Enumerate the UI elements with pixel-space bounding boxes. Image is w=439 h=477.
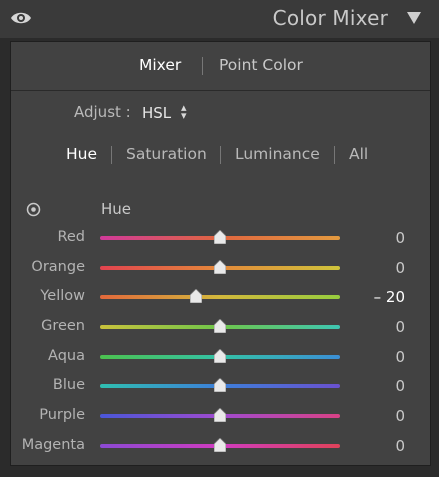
slider-row-aqua: Aqua 0 bbox=[11, 344, 430, 372]
slider-thumb[interactable] bbox=[214, 349, 226, 363]
tab-mixer[interactable]: Mixer bbox=[139, 56, 181, 74]
slider-value[interactable]: 0 bbox=[395, 318, 405, 336]
eye-icon[interactable] bbox=[10, 9, 32, 27]
triangle-down-icon[interactable] bbox=[407, 12, 421, 24]
panel-header[interactable]: Color Mixer bbox=[0, 0, 439, 38]
adjust-label: Adjust : bbox=[74, 103, 131, 121]
mode-tab-divider bbox=[111, 146, 112, 164]
slider-value[interactable]: 0 bbox=[395, 377, 405, 395]
tab-saturation[interactable]: Saturation bbox=[126, 145, 207, 163]
slider-value[interactable]: 0 bbox=[395, 437, 405, 455]
mode-tab-divider bbox=[334, 146, 335, 164]
slider-value[interactable]: 0 bbox=[395, 229, 405, 247]
tab-divider bbox=[202, 57, 203, 75]
tab-all[interactable]: All bbox=[349, 145, 368, 163]
slider-label: Blue bbox=[52, 377, 85, 393]
slider-value[interactable]: 0 bbox=[395, 407, 405, 425]
slider-row-purple: Purple 0 bbox=[11, 403, 430, 431]
tab-luminance[interactable]: Luminance bbox=[235, 145, 320, 163]
slider-row-orange: Orange 0 bbox=[11, 255, 430, 283]
tab-point-color[interactable]: Point Color bbox=[219, 56, 303, 74]
slider-thumb[interactable] bbox=[214, 230, 226, 244]
adjust-select[interactable]: HSL bbox=[142, 104, 171, 122]
slider-label: Orange bbox=[31, 259, 85, 275]
section-label-hue: Hue bbox=[101, 200, 132, 218]
slider-value[interactable]: 0 bbox=[395, 259, 405, 277]
mode-tab-divider bbox=[220, 146, 221, 164]
up-down-arrows-icon[interactable]: ▴ ▾ bbox=[181, 102, 187, 121]
slider-row-green: Green 0 bbox=[11, 314, 430, 342]
slider-thumb[interactable] bbox=[214, 438, 226, 452]
slider-track[interactable] bbox=[100, 295, 340, 299]
slider-thumb[interactable] bbox=[214, 408, 226, 422]
slider-value[interactable]: – 20 bbox=[374, 288, 405, 306]
tab-hue[interactable]: Hue bbox=[66, 145, 97, 163]
slider-thumb[interactable] bbox=[190, 289, 202, 303]
slider-thumb[interactable] bbox=[214, 378, 226, 392]
slider-row-red: Red 0 bbox=[11, 225, 430, 253]
mixer-tab-bar: Mixer Point Color bbox=[11, 42, 430, 91]
panel-title: Color Mixer bbox=[272, 6, 388, 30]
slider-value[interactable]: 0 bbox=[395, 348, 405, 366]
slider-thumb[interactable] bbox=[214, 260, 226, 274]
slider-label: Green bbox=[41, 318, 85, 334]
slider-label: Red bbox=[57, 229, 85, 245]
slider-label: Aqua bbox=[48, 348, 85, 364]
slider-row-magenta: Magenta 0 bbox=[11, 433, 430, 461]
slider-thumb[interactable] bbox=[214, 319, 226, 333]
color-mixer-panel: Mixer Point Color Adjust : HSL ▴ ▾ Hue Sa… bbox=[10, 41, 431, 466]
slider-label: Purple bbox=[39, 407, 85, 423]
target-adjustment-icon[interactable] bbox=[26, 202, 41, 217]
slider-row-yellow: Yellow – 20 bbox=[11, 284, 430, 312]
slider-row-blue: Blue 0 bbox=[11, 373, 430, 401]
slider-label: Magenta bbox=[21, 437, 85, 453]
slider-label: Yellow bbox=[40, 288, 85, 304]
